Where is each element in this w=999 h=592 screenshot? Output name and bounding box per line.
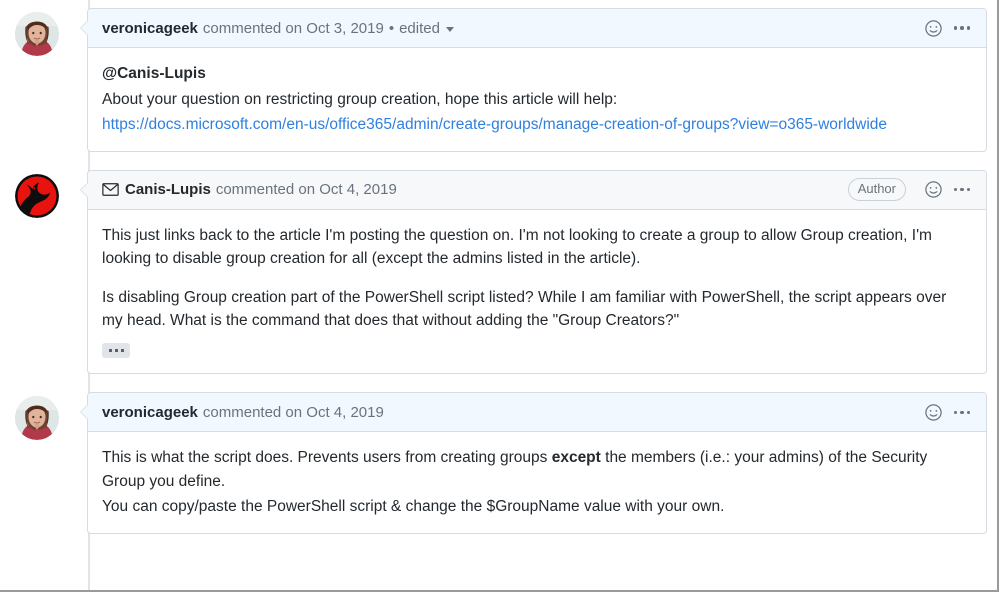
comment-author-name[interactable]: veronicageek [102, 20, 198, 37]
comment-paragraph: You can copy/paste the PowerShell script… [102, 495, 970, 519]
avatar-veronicageek[interactable] [15, 12, 59, 56]
comment-item: veronicageek commented on Oct 4, 2019 [8, 392, 987, 534]
comment-card: veronicageek commented on Oct 3, 2019 • … [87, 8, 987, 152]
chevron-down-icon [446, 27, 454, 32]
comment-header: Canis-Lupis commented on Oct 4, 2019 Aut… [88, 171, 986, 210]
smiley-icon[interactable] [922, 179, 944, 201]
comment-author-name[interactable]: Canis-Lupis [125, 181, 211, 198]
comment-header: veronicageek commented on Oct 4, 2019 [88, 393, 986, 432]
smiley-icon[interactable] [922, 401, 944, 423]
comment-body: This is what the script does. Prevents u… [88, 432, 986, 533]
comment-text-segment: This is what the script does. Prevents u… [102, 449, 552, 466]
comment-timestamp: commented on Oct 4, 2019 [216, 181, 397, 198]
comment-thread-page: veronicageek commented on Oct 3, 2019 • … [0, 0, 999, 592]
avatar-photo-woman-icon [15, 12, 59, 56]
comment-timestamp: commented on Oct 4, 2019 [203, 404, 384, 421]
edited-separator: • [389, 20, 394, 37]
smiley-icon[interactable] [922, 17, 944, 39]
avatar-veronicageek[interactable] [15, 396, 59, 440]
mention-text[interactable]: @Canis-Lupis [102, 65, 206, 82]
comment-text-line: You can copy/paste the PowerShell script… [102, 498, 724, 515]
comment-paragraph: This is what the script does. Prevents u… [102, 446, 970, 493]
comment-paragraph: @Canis-Lupis [102, 62, 970, 86]
comment-paragraph: This just links back to the article I'm … [102, 224, 970, 271]
comment-timestamp: commented on Oct 3, 2019 [203, 20, 384, 37]
avatar-wolf-logo-icon [15, 174, 59, 218]
comment-card: veronicageek commented on Oct 4, 2019 [87, 392, 987, 534]
kebab-menu-icon[interactable] [950, 17, 974, 39]
kebab-menu-icon[interactable] [950, 179, 974, 201]
comment-text-line: About your question on restricting group… [102, 91, 617, 108]
comment-thread: veronicageek commented on Oct 3, 2019 • … [0, 0, 997, 534]
comment-paragraph: Is disabling Group creation part of the … [102, 286, 970, 333]
comment-paragraph: About your question on restricting group… [102, 88, 970, 112]
comment-item: Canis-Lupis commented on Oct 4, 2019 Aut… [8, 170, 987, 375]
avatar-canis-lupis[interactable] [15, 174, 59, 218]
article-link[interactable]: https://docs.microsoft.com/en-us/office3… [102, 116, 887, 133]
envelope-icon [102, 183, 119, 196]
comment-body: This just links back to the article I'm … [88, 210, 986, 374]
edited-label: edited [399, 20, 440, 37]
comment-header: veronicageek commented on Oct 3, 2019 • … [88, 9, 986, 48]
comment-item: veronicageek commented on Oct 3, 2019 • … [8, 8, 987, 152]
comment-text-bold: except [552, 449, 601, 466]
comment-card: Canis-Lupis commented on Oct 4, 2019 Aut… [87, 170, 987, 375]
comment-edited-indicator[interactable]: • edited [389, 20, 454, 37]
avatar-photo-woman-icon [15, 396, 59, 440]
comment-body: @Canis-Lupis About your question on rest… [88, 48, 986, 151]
comment-paragraph: https://docs.microsoft.com/en-us/office3… [102, 113, 970, 137]
author-badge: Author [848, 178, 906, 201]
comment-author-name[interactable]: veronicageek [102, 404, 198, 421]
show-hidden-content-button[interactable] [102, 343, 130, 358]
kebab-menu-icon[interactable] [950, 401, 974, 423]
